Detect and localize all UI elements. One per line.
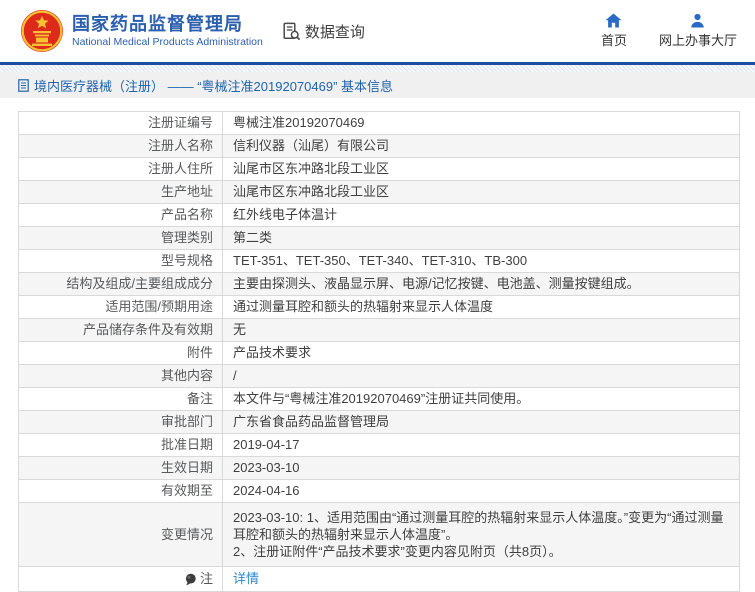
table-row: 审批部门 广东省食品药品监督管理局 [19,411,739,434]
row-value: 本文件与“粤械注准20192070469”注册证共同使用。 [233,391,530,406]
info-table: 注册证编号 粤械注准20192070469 注册人名称 信利仪器（汕尾）有限公司 注册人… [18,111,740,592]
row-value: 无 [233,322,247,337]
breadcrumb: 境内医疗器械（注册） —— “粤械注准20192070469” 基本信息 [0,72,755,98]
row-label: 结构及组成/主要组成成分 [19,273,223,295]
main-content: 注册证编号 粤械注准20192070469 注册人名称 信利仪器（汕尾）有限公司 注册人… [0,98,755,592]
table-row: 附件 产品技术要求 [19,342,739,365]
org-name-cn: 国家药品监督管理局 [72,13,243,34]
home-icon [605,13,622,28]
org-name-en: National Medical Products Administration [72,36,263,49]
row-value: 2023-03-10: 1、适用范围由“通过测量耳腔的热辐射来显示人体温度。”变… [233,510,724,559]
row-label: 产品名称 [19,204,223,226]
table-row: 生产地址 汕尾市区东冲路北段工业区 [19,181,739,204]
nav-service-hall[interactable]: 网上办事大厅 [659,13,737,49]
row-value: 汕尾市区东冲路北段工业区 [233,184,390,199]
nav-home-label: 首页 [600,33,627,48]
table-row: 管理类别 第二类 [19,227,739,250]
data-query-label: 数据查询 [304,23,365,41]
row-label: 注册证编号 [19,112,223,134]
document-search-icon [283,22,301,41]
table-row: 结构及组成/主要组成成分 主要由探测头、液晶显示屏、电源/记忆按键、电池盖、测量按… [19,273,739,296]
org-title-block: 国家药品监督管理局 National Medical Products Admi… [72,14,263,49]
balloon-note-icon [184,573,197,586]
table-row: 注册证编号 粤械注准20192070469 [19,112,739,135]
table-row: 注册人名称 信利仪器（汕尾）有限公司 [19,135,739,158]
row-label: 备注 [19,388,223,410]
row-value: 红外线电子体温计 [233,207,338,222]
table-row: 备注 本文件与“粤械注准20192070469”注册证共同使用。 [19,388,739,411]
header-nav: 首页 网上办事大厅 [601,13,737,49]
table-row: 变更情况 2023-03-10: 1、适用范围由“通过测量耳腔的热辐射来显示人体温… [19,503,739,567]
row-label: 生效日期 [19,457,223,479]
nav-service-hall-label: 网上办事大厅 [658,33,737,48]
row-label: 有效期至 [19,480,223,502]
table-row: 适用范围/预期用途 通过测量耳腔和额头的热辐射来显示人体温度 [19,296,739,319]
row-value: 汕尾市区东冲路北段工业区 [233,161,390,176]
row-value: 产品技术要求 [233,345,312,360]
national-emblem-icon [21,10,63,52]
row-label: 产品储存条件及有效期 [19,319,223,341]
table-row: 生效日期 2023-03-10 [19,457,739,480]
table-row: 产品储存条件及有效期无 [19,319,739,342]
row-value: 粤械注准20192070469 [233,115,365,130]
table-row-note: 注 详情 [19,567,739,591]
breadcrumb-text: 境内医疗器械（注册） —— “粤械注准20192070469” 基本信息 [34,78,394,94]
row-label: 注册人名称 [19,135,223,157]
hatch-band [0,65,755,72]
table-row: 产品名称 红外线电子体温计 [19,204,739,227]
row-value: 广东省食品药品监督管理局 [233,414,390,429]
detail-link[interactable]: 详情 [233,569,259,589]
row-label: 其他内容 [19,365,223,387]
row-value: 通过测量耳腔和额头的热辐射来显示人体温度 [233,299,494,314]
row-value: 第二类 [233,230,273,245]
table-rows: 注册证编号 粤械注准20192070469 注册人名称 信利仪器（汕尾）有限公司 注册人… [19,112,739,567]
row-value: TET-351、TET-350、TET-340、TET-310、TB-300 [233,253,528,268]
row-label: 注 [19,567,223,591]
user-icon [691,13,705,28]
data-query-button[interactable]: 数据查询 [281,21,365,42]
table-row: 有效期至 2024-04-16 [19,480,739,503]
row-value: 2019-04-17 [233,437,300,452]
page-icon [18,78,29,92]
table-row: 其他内容 / [19,365,739,388]
row-label: 型号规格 [19,250,223,272]
row-label: 生产地址 [19,181,223,203]
row-value: 2023-03-10 [233,460,300,475]
row-value: 主要由探测头、液晶显示屏、电源/记忆按键、电池盖、测量按键组成。 [233,276,640,291]
table-row: 型号规格 TET-351、TET-350、TET-340、TET-310、TB-3… [19,250,739,273]
row-value: 信利仪器（汕尾）有限公司 [233,138,390,153]
row-label: 适用范围/预期用途 [19,296,223,318]
row-label: 变更情况 [19,503,223,566]
note-label-text: 注 [199,571,213,586]
table-row: 批准日期 2019-04-17 [19,434,739,457]
header: 国家药品监督管理局 National Medical Products Admi… [0,0,755,62]
row-label: 批准日期 [19,434,223,456]
row-value: / [233,368,237,383]
row-label: 附件 [19,342,223,364]
row-label: 注册人住所 [19,158,223,180]
nav-home[interactable]: 首页 [601,13,627,49]
row-value: 2024-04-16 [233,483,300,498]
row-value: 详情 [223,567,739,591]
row-label: 审批部门 [19,411,223,433]
table-row: 注册人住所 汕尾市区东冲路北段工业区 [19,158,739,181]
row-label: 管理类别 [19,227,223,249]
